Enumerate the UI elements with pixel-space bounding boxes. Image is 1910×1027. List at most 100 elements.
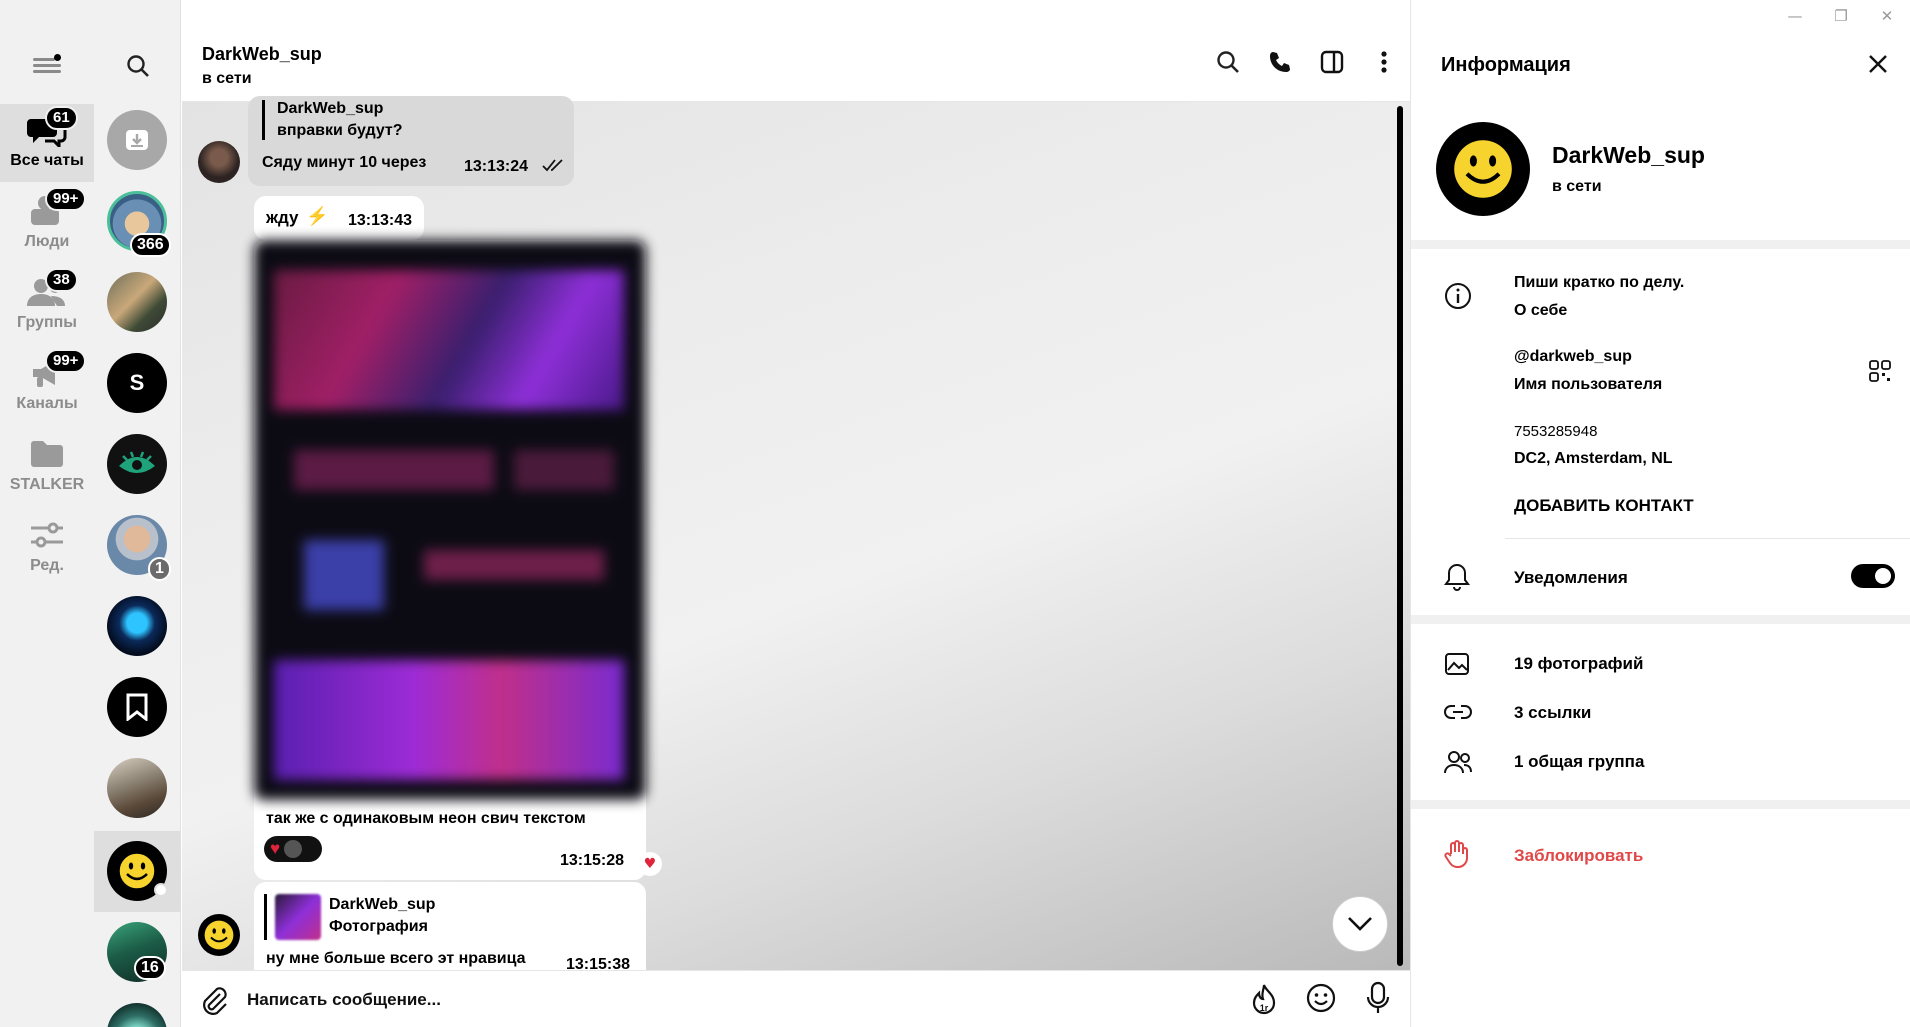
- avatar: [107, 596, 167, 656]
- chat-item[interactable]: [94, 586, 181, 667]
- profile-avatar[interactable]: [1436, 122, 1530, 216]
- sidebar-toggle-icon[interactable]: [1306, 50, 1358, 74]
- blurred-photo[interactable]: [254, 240, 646, 800]
- scroll-down-button[interactable]: [1332, 896, 1388, 952]
- attach-icon[interactable]: [200, 985, 228, 1019]
- common-groups-link[interactable]: 1 общая группа: [1514, 752, 1644, 772]
- link-icon: [1444, 703, 1472, 725]
- divider: [1505, 538, 1910, 539]
- message-bubble[interactable]: жду ⚡ 13:13:43: [254, 196, 424, 240]
- folder-label: Люди: [24, 233, 70, 250]
- user-id[interactable]: 7553285948: [1514, 423, 1597, 440]
- unread-badge: 16: [134, 956, 166, 980]
- bookmark-icon: [107, 677, 167, 737]
- message-bubble[interactable]: DarkWeb_sup вправки будут? Сяду минут 10…: [248, 96, 574, 186]
- message-time: 13:13:24: [464, 158, 529, 175]
- close-window-button[interactable]: ✕: [1864, 0, 1910, 32]
- chat-title: DarkWeb_sup: [202, 44, 322, 64]
- message-time: 13:15:28: [560, 852, 625, 869]
- photo-message[interactable]: так же с одинаковым неон свич текстом ♥ …: [254, 240, 646, 880]
- reply-quote[interactable]: DarkWeb_sup Фотография: [264, 894, 435, 940]
- chat-list: 366 S 1 16: [94, 0, 181, 1027]
- links-link[interactable]: 3 ссылки: [1514, 703, 1591, 723]
- smiley-icon: [1454, 140, 1512, 198]
- folder-stalker[interactable]: STALKER: [0, 428, 94, 506]
- reactor-avatar: [284, 840, 303, 858]
- username-text[interactable]: @darkweb_sup: [1514, 348, 1632, 366]
- message-text: Сяду минут 10 через: [262, 154, 427, 171]
- reply-thumbnail: [275, 894, 321, 940]
- chat-item[interactable]: S: [94, 343, 181, 424]
- chat-status: в сети: [202, 70, 252, 87]
- folder-icon: [27, 436, 67, 472]
- maximize-button[interactable]: ❐: [1818, 0, 1864, 32]
- bio-text: Пиши кратко по делу.: [1514, 274, 1685, 291]
- bell-icon: [1444, 563, 1470, 595]
- sender-avatar[interactable]: [198, 914, 240, 956]
- reply-quote[interactable]: DarkWeb_sup вправки будут?: [262, 100, 403, 140]
- folder-badge: 38: [45, 268, 78, 292]
- message-time: 13:13:43: [348, 212, 413, 229]
- people-icon: [1444, 750, 1472, 778]
- chat-item[interactable]: [94, 424, 181, 505]
- folder-edit[interactable]: Ред.: [0, 509, 94, 587]
- search-icon[interactable]: [126, 54, 150, 82]
- chat-item[interactable]: 16: [94, 912, 181, 993]
- emoji-icon[interactable]: [1306, 983, 1336, 1017]
- folder-badge: 99+: [45, 349, 87, 373]
- close-icon[interactable]: [1868, 54, 1888, 78]
- message-text: жду: [266, 208, 299, 227]
- minimize-button[interactable]: —: [1772, 0, 1818, 32]
- chat-header[interactable]: DarkWeb_sup в сети: [182, 0, 1410, 102]
- chat-item[interactable]: 1: [94, 505, 181, 586]
- search-icon[interactable]: [1202, 50, 1254, 74]
- scrollbar[interactable]: [1397, 106, 1403, 966]
- message-input[interactable]: [247, 985, 1047, 1015]
- chat-item-saved-messages[interactable]: [94, 667, 181, 748]
- folder-groups[interactable]: 38 Группы: [0, 266, 94, 344]
- reply-author: DarkWeb_sup: [329, 896, 436, 913]
- folder-label: Ред.: [30, 557, 64, 574]
- chat-item[interactable]: 366: [94, 181, 181, 262]
- reply-text: вправки будут?: [277, 122, 403, 139]
- folder-label: Каналы: [16, 395, 78, 412]
- folder-label: Все чаты: [10, 152, 84, 169]
- chat-item[interactable]: [94, 993, 181, 1027]
- hand-stop-icon: [1444, 840, 1470, 872]
- info-icon: [1444, 282, 1472, 314]
- chat-item-archive[interactable]: [94, 100, 181, 181]
- photo-caption: так же с одинаковым неон свич текстом: [266, 810, 586, 827]
- photos-link[interactable]: 19 фотографий: [1514, 654, 1643, 674]
- chat-item[interactable]: [94, 748, 181, 829]
- folder-label: Группы: [17, 314, 77, 331]
- double-check-icon: [542, 158, 564, 177]
- chat-bubbles-icon: 61: [27, 106, 78, 148]
- fire-timer-icon[interactable]: 1r: [1250, 983, 1278, 1019]
- chat-item[interactable]: [94, 262, 181, 343]
- phone-icon[interactable]: [1254, 50, 1306, 74]
- microphone-icon[interactable]: [1366, 981, 1390, 1019]
- message-text: ну мне больше всего эт нравица: [266, 950, 526, 967]
- profile-name: DarkWeb_sup: [1552, 142, 1705, 168]
- divider: [1411, 240, 1910, 249]
- folder-all-chats[interactable]: 61 Все чаты: [0, 104, 94, 182]
- message-bubble[interactable]: DarkWeb_sup Фотография ну мне больше все…: [254, 882, 646, 982]
- sliders-icon: [27, 517, 67, 553]
- reply-author: DarkWeb_sup: [277, 100, 384, 117]
- username-label: Имя пользователя: [1514, 376, 1663, 393]
- menu-icon[interactable]: [33, 54, 61, 76]
- block-button[interactable]: Заблокировать: [1514, 846, 1643, 866]
- folder-channels[interactable]: 99+ Каналы: [0, 347, 94, 425]
- qr-code-icon[interactable]: [1869, 360, 1891, 386]
- heart-reaction-icon: ♥: [270, 839, 281, 858]
- folder-people[interactable]: 99+ Люди: [0, 185, 94, 263]
- more-icon[interactable]: [1358, 50, 1410, 74]
- sender-avatar[interactable]: [198, 141, 240, 183]
- add-contact-button[interactable]: ДОБАВИТЬ КОНТАКТ: [1514, 496, 1694, 516]
- notifications-toggle[interactable]: [1851, 564, 1895, 588]
- divider: [1411, 800, 1910, 809]
- chat-item-selected[interactable]: [94, 831, 181, 912]
- avatar: [107, 1003, 167, 1027]
- avatar: [107, 272, 167, 332]
- reactions[interactable]: ♥: [264, 836, 322, 862]
